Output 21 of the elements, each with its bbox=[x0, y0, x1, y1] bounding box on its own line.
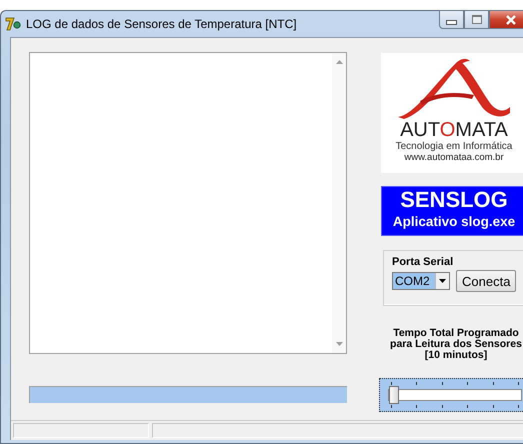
dropdown-arrow-icon bbox=[439, 279, 446, 283]
scroll-down-icon[interactable] bbox=[336, 342, 342, 346]
banner-subtitle: Aplicativo slog.exe bbox=[392, 213, 516, 230]
timer-caption: Tempo Total Programado para Leitura dos Sensores [10 minutos] bbox=[389, 328, 523, 361]
time-slider[interactable] bbox=[379, 378, 523, 412]
scroll-up-icon[interactable] bbox=[336, 60, 342, 64]
port-dropdown[interactable]: COM2 bbox=[392, 272, 450, 290]
window-title: LOG de dados de Sensores de Temperatura [NTC] bbox=[26, 17, 298, 31]
website-url: www.automataa.com.br bbox=[404, 152, 504, 163]
banner-title: SENSLOG bbox=[400, 187, 508, 213]
app-icon bbox=[5, 16, 21, 32]
brand-name: AUTOMATA bbox=[400, 119, 508, 141]
minimize-button[interactable] bbox=[439, 10, 464, 29]
maximize-button[interactable] bbox=[464, 10, 489, 29]
close-icon bbox=[505, 14, 517, 24]
close-button[interactable] bbox=[489, 10, 523, 29]
slider-thumb[interactable] bbox=[389, 386, 399, 404]
vertical-scrollbar[interactable] bbox=[332, 53, 346, 353]
connect-button[interactable]: Conecta bbox=[456, 270, 516, 292]
tagline: Tecnologia em Informática bbox=[396, 141, 512, 152]
group-label: Porta Serial bbox=[392, 256, 454, 268]
